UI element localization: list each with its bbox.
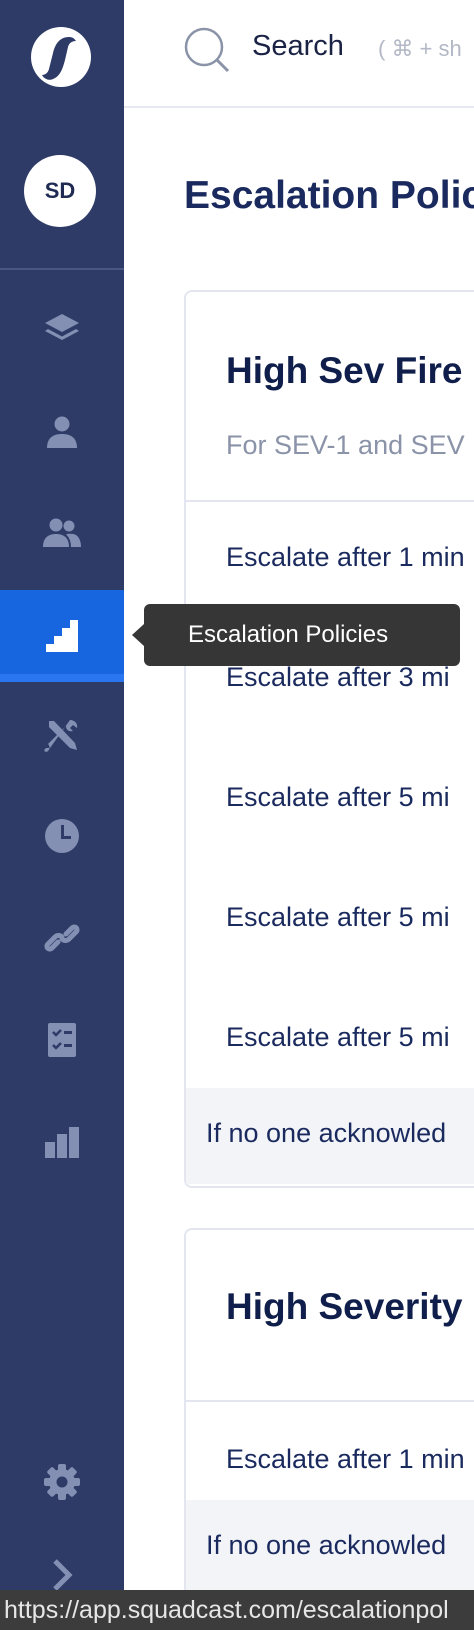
checklist-icon [48, 1023, 76, 1057]
tooltip: Escalation Policies [144, 604, 460, 666]
layers-icon [45, 314, 79, 340]
policy-title[interactable]: High Severity [226, 1286, 462, 1328]
sidebar-item-integrations[interactable] [0, 690, 124, 782]
escalation-rule: Escalate after 1 min [226, 542, 465, 572]
page-title: Escalation Polic [184, 174, 474, 217]
status-bar-url: https://app.squadcast.com/escalationpol [0, 1590, 474, 1630]
sidebar-item-services[interactable] [0, 284, 124, 376]
escalation-rule: Escalate after 1 min [226, 1444, 465, 1474]
sidebar-item-schedules[interactable] [0, 790, 124, 882]
sidebar-item-user[interactable] [0, 386, 124, 478]
avatar[interactable]: SD [24, 155, 96, 227]
sidebar-divider [0, 268, 124, 270]
escalation-rule: Escalate after 3 mi [226, 662, 450, 692]
main-content: Escalation Polic High Sev Fire For SEV-1… [124, 110, 474, 1590]
search-input[interactable]: Search [252, 30, 344, 63]
sidebar: SD [0, 0, 124, 1630]
card-divider [186, 500, 474, 502]
sidebar-item-squads[interactable] [0, 486, 124, 578]
sidebar-item-settings[interactable] [0, 1436, 124, 1528]
sidebar-item-tasks[interactable] [0, 994, 124, 1086]
gear-icon [44, 1464, 80, 1500]
chevron-right-icon [53, 1559, 73, 1591]
policy-footer: If no one acknowled [186, 1088, 474, 1184]
escalation-rule: Escalate after 5 mi [226, 1022, 450, 1052]
tools-icon [44, 720, 78, 752]
policy-title[interactable]: High Sev Fire [226, 350, 462, 392]
escalation-rule: Escalate after 5 mi [226, 902, 450, 932]
search-shortcut-hint: ( ⌘ + sh [378, 36, 462, 61]
tooltip-arrow [132, 624, 144, 646]
sidebar-item-webhooks[interactable] [0, 892, 124, 984]
clock-icon [45, 819, 79, 853]
policy-footer: If no one acknowled [186, 1500, 474, 1590]
logo-icon [42, 37, 76, 80]
top-bar: Search ( ⌘ + sh [124, 0, 474, 108]
policy-footer-text: If no one acknowled [206, 1530, 447, 1560]
policy-card[interactable]: High Sev Fire For SEV-1 and SEV Escalate… [184, 290, 474, 1188]
squadcast-logo[interactable] [31, 27, 91, 87]
escalation-rule: Escalate after 5 mi [226, 782, 450, 812]
stairs-icon [46, 620, 78, 652]
link-icon [44, 924, 80, 952]
policy-footer-text: If no one acknowled [206, 1118, 447, 1148]
sidebar-item-analytics[interactable] [0, 1096, 124, 1188]
sidebar-item-escalation-policies[interactable] [0, 590, 124, 682]
policy-description: For SEV-1 and SEV [226, 430, 465, 460]
user-icon [47, 416, 77, 448]
search-icon[interactable] [184, 27, 232, 75]
policy-card[interactable]: High Severity Escalate after 1 min If no… [184, 1228, 474, 1590]
card-divider [186, 1400, 474, 1402]
bar-chart-icon [45, 1127, 79, 1158]
users-icon [43, 518, 81, 547]
